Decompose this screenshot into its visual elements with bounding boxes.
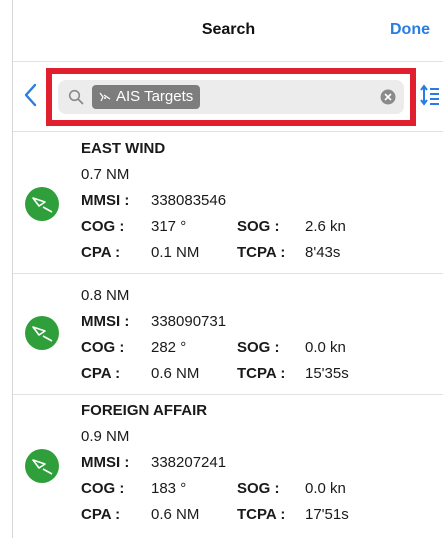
mmsi-value: 338090731	[151, 313, 227, 330]
page-title: Search	[201, 21, 256, 38]
cpa-label: CPA :	[81, 244, 121, 261]
target-distance: 0.9 NM	[81, 428, 130, 445]
sog-value: 2.6 kn	[305, 218, 346, 235]
search-highlight-frame: AIS Targets	[46, 68, 416, 126]
ais-target-icon	[25, 187, 59, 221]
tcpa-value: 8'43s	[305, 244, 341, 261]
cog-label: COG :	[81, 218, 125, 235]
target-distance: 0.8 NM	[81, 287, 130, 304]
tcpa-label: TCPA :	[237, 365, 286, 382]
sog-value: 0.0 kn	[305, 480, 346, 497]
cpa-value: 0.6 NM	[151, 506, 200, 523]
tcpa-value: 17'51s	[305, 506, 349, 523]
sort-icon[interactable]	[419, 83, 441, 109]
cog-value: 317 °	[151, 218, 187, 235]
cog-sog-line: COG : 282 ° SOG : 0.0 kn	[81, 338, 346, 358]
done-button[interactable]: Done	[390, 21, 430, 39]
cpa-tcpa-line: CPA : 0.1 NM TCPA : 8'43s	[81, 243, 340, 263]
target-name: FOREIGN AFFAIR	[81, 402, 208, 419]
search-icon	[68, 89, 84, 105]
search-panel: Search Done AIS Targets EAST WIND 0.7 NM…	[12, 0, 443, 538]
cog-label: COG :	[81, 339, 125, 356]
list-item[interactable]: FOREIGN AFFAIR 0.9 NM MMSI : 338207241 CO…	[13, 395, 443, 538]
cog-sog-line: COG : 183 ° SOG : 0.0 kn	[81, 479, 346, 499]
target-distance: 0.7 NM	[81, 166, 130, 183]
ais-target-icon	[25, 449, 59, 483]
search-token-label: AIS Targets	[116, 88, 194, 105]
clear-icon[interactable]	[380, 89, 396, 105]
mmsi-value: 338207241	[151, 454, 227, 471]
list-item[interactable]: 0.8 NM MMSI : 338090731 COG : 282 ° SOG : 0.…	[13, 274, 443, 395]
cpa-value: 0.6 NM	[151, 365, 200, 382]
mmsi-line: MMSI : 338207241	[81, 453, 226, 473]
cpa-tcpa-line: CPA : 0.6 NM TCPA : 15'35s	[81, 364, 349, 384]
mmsi-value: 338083546	[151, 192, 227, 209]
chevron-left-icon[interactable]	[23, 82, 39, 108]
cog-label: COG :	[81, 480, 125, 497]
sog-label: SOG :	[237, 480, 280, 497]
cog-value: 183 °	[151, 480, 187, 497]
mmsi-label: MMSI :	[81, 313, 130, 330]
mmsi-line: MMSI : 338090731	[81, 312, 226, 332]
cpa-value: 0.1 NM	[151, 244, 200, 261]
mmsi-label: MMSI :	[81, 192, 130, 209]
cog-value: 282 °	[151, 339, 187, 356]
ais-target-icon	[25, 316, 59, 350]
ais-vessel-icon	[99, 92, 111, 102]
tcpa-value: 15'35s	[305, 365, 349, 382]
search-token[interactable]: AIS Targets	[92, 85, 201, 109]
tcpa-label: TCPA :	[237, 506, 286, 523]
cpa-label: CPA :	[81, 365, 121, 382]
list-item[interactable]: EAST WIND 0.7 NM MMSI : 338083546 COG : 31…	[13, 133, 443, 274]
sog-label: SOG :	[237, 218, 280, 235]
cpa-label: CPA :	[81, 506, 121, 523]
mmsi-line: MMSI : 338083546	[81, 191, 226, 211]
cog-sog-line: COG : 317 ° SOG : 2.6 kn	[81, 217, 346, 237]
tcpa-label: TCPA :	[237, 244, 286, 261]
target-name: EAST WIND	[81, 140, 166, 157]
sog-value: 0.0 kn	[305, 339, 346, 356]
search-input[interactable]: AIS Targets	[58, 80, 404, 114]
cpa-tcpa-line: CPA : 0.6 NM TCPA : 17'51s	[81, 505, 349, 525]
mmsi-label: MMSI :	[81, 454, 130, 471]
sog-label: SOG :	[237, 339, 280, 356]
navigation-bar: Search Done	[13, 0, 443, 62]
search-row: AIS Targets	[13, 62, 443, 132]
